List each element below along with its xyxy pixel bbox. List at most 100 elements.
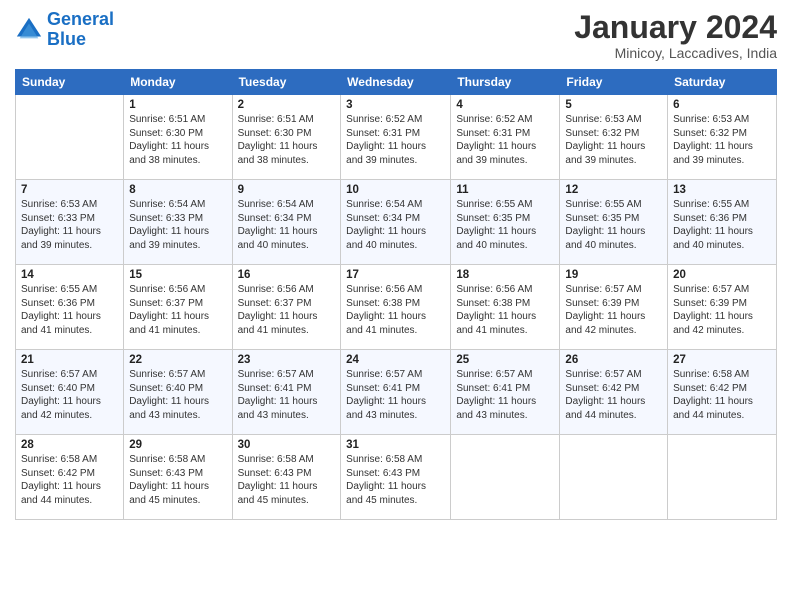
day-number: 2 — [238, 99, 336, 111]
day-info: Sunrise: 6:57 AMSunset: 6:39 PMDaylight:… — [565, 283, 662, 337]
day-info: Sunrise: 6:57 AMSunset: 6:41 PMDaylight:… — [456, 368, 554, 422]
calendar-cell: 5Sunrise: 6:53 AMSunset: 6:32 PMDaylight… — [560, 95, 668, 180]
day-info: Sunrise: 6:52 AMSunset: 6:31 PMDaylight:… — [456, 113, 554, 167]
calendar-cell: 8 Sunrise: 6:54 AMSunset: 6:33 PMDaylight… — [124, 180, 232, 265]
day-number: 5 — [565, 99, 662, 111]
day-info: Sunrise: 6:58 AMSunset: 6:43 PMDaylight:… — [238, 453, 336, 507]
day-number: 21 — [21, 354, 118, 366]
calendar-cell: 17Sunrise: 6:56 AMSunset: 6:38 PMDayligh… — [341, 265, 451, 350]
calendar-cell: 19 Sunrise: 6:57 AMSunset: 6:39 PMDayligh… — [560, 265, 668, 350]
day-number: 25 — [456, 354, 554, 366]
calendar-cell: 4 Sunrise: 6:52 AMSunset: 6:31 PMDaylight… — [451, 95, 560, 180]
day-info: Sunrise: 6:55 AMSunset: 6:35 PMDaylight:… — [565, 198, 662, 252]
logo-line1: General — [47, 9, 114, 29]
weekday-header-sunday: Sunday — [16, 70, 124, 95]
day-info: Sunrise: 6:53 AMSunset: 6:32 PMDaylight:… — [673, 113, 771, 167]
calendar-cell: 10 Sunrise: 6:54 AMSunset: 6:34 PMDayligh… — [341, 180, 451, 265]
day-info: Sunrise: 6:57 AMSunset: 6:42 PMDaylight:… — [565, 368, 662, 422]
day-number: 24 — [346, 354, 445, 366]
day-info: Sunrise: 6:57 AMSunset: 6:40 PMDaylight:… — [21, 368, 118, 422]
day-number: 14 — [21, 269, 118, 281]
day-number: 9 — [238, 184, 336, 196]
calendar-cell: 12 Sunrise: 6:55 AMSunset: 6:35 PMDayligh… — [560, 180, 668, 265]
day-info: Sunrise: 6:55 AMSunset: 6:35 PMDaylight:… — [456, 198, 554, 252]
calendar-cell: 21 Sunrise: 6:57 AMSunset: 6:40 PMDayligh… — [16, 350, 124, 435]
day-info: Sunrise: 6:54 AMSunset: 6:34 PMDaylight:… — [238, 198, 336, 252]
weekday-header-monday: Monday — [124, 70, 232, 95]
day-number: 6 — [673, 99, 771, 111]
weekday-header-tuesday: Tuesday — [232, 70, 341, 95]
day-info: Sunrise: 6:57 AMSunset: 6:41 PMDaylight:… — [346, 368, 445, 422]
day-number: 23 — [238, 354, 336, 366]
calendar-week-2: 7 Sunrise: 6:53 AMSunset: 6:33 PMDaylight… — [16, 180, 777, 265]
day-info: Sunrise: 6:58 AMSunset: 6:43 PMDaylight:… — [129, 453, 226, 507]
day-number: 30 — [238, 439, 336, 451]
day-number: 20 — [673, 269, 771, 281]
calendar-cell: 3Sunrise: 6:52 AMSunset: 6:31 PMDaylight… — [341, 95, 451, 180]
day-info: Sunrise: 6:56 AMSunset: 6:38 PMDaylight:… — [456, 283, 554, 337]
calendar-week-5: 28Sunrise: 6:58 AMSunset: 6:42 PMDayligh… — [16, 435, 777, 520]
day-number: 17 — [346, 269, 445, 281]
header: General Blue January 2024 Minicoy, Lacca… — [15, 10, 777, 61]
weekday-header-thursday: Thursday — [451, 70, 560, 95]
calendar-cell: 26Sunrise: 6:57 AMSunset: 6:42 PMDayligh… — [560, 350, 668, 435]
day-info: Sunrise: 6:58 AMSunset: 6:42 PMDaylight:… — [673, 368, 771, 422]
calendar-week-4: 21 Sunrise: 6:57 AMSunset: 6:40 PMDayligh… — [16, 350, 777, 435]
day-info: Sunrise: 6:55 AMSunset: 6:36 PMDaylight:… — [21, 283, 118, 337]
day-number: 4 — [456, 99, 554, 111]
weekday-header-saturday: Saturday — [668, 70, 777, 95]
day-number: 10 — [346, 184, 445, 196]
day-info: Sunrise: 6:54 AMSunset: 6:34 PMDaylight:… — [346, 198, 445, 252]
calendar-cell: 28Sunrise: 6:58 AMSunset: 6:42 PMDayligh… — [16, 435, 124, 520]
day-info: Sunrise: 6:51 AMSunset: 6:30 PMDaylight:… — [129, 113, 226, 167]
day-info: Sunrise: 6:53 AMSunset: 6:33 PMDaylight:… — [21, 198, 118, 252]
calendar-cell: 23 Sunrise: 6:57 AMSunset: 6:41 PMDayligh… — [232, 350, 341, 435]
day-info: Sunrise: 6:52 AMSunset: 6:31 PMDaylight:… — [346, 113, 445, 167]
logo-icon — [15, 16, 43, 44]
calendar-cell: 20 Sunrise: 6:57 AMSunset: 6:39 PMDayligh… — [668, 265, 777, 350]
day-number: 12 — [565, 184, 662, 196]
calendar-cell: 11 Sunrise: 6:55 AMSunset: 6:35 PMDayligh… — [451, 180, 560, 265]
day-info: Sunrise: 6:58 AMSunset: 6:42 PMDaylight:… — [21, 453, 118, 507]
day-info: Sunrise: 6:51 AMSunset: 6:30 PMDaylight:… — [238, 113, 336, 167]
calendar-cell: 14 Sunrise: 6:55 AMSunset: 6:36 PMDayligh… — [16, 265, 124, 350]
calendar-cell: 15 Sunrise: 6:56 AMSunset: 6:37 PMDayligh… — [124, 265, 232, 350]
day-number: 1 — [129, 99, 226, 111]
logo-line2: Blue — [47, 29, 86, 49]
calendar-cell — [16, 95, 124, 180]
calendar-cell: 2 Sunrise: 6:51 AMSunset: 6:30 PMDaylight… — [232, 95, 341, 180]
page: General Blue January 2024 Minicoy, Lacca… — [0, 0, 792, 612]
day-number: 8 — [129, 184, 226, 196]
calendar-cell: 27 Sunrise: 6:58 AMSunset: 6:42 PMDayligh… — [668, 350, 777, 435]
day-number: 22 — [129, 354, 226, 366]
day-info: Sunrise: 6:57 AMSunset: 6:41 PMDaylight:… — [238, 368, 336, 422]
day-number: 7 — [21, 184, 118, 196]
calendar-cell — [560, 435, 668, 520]
calendar-cell: 16Sunrise: 6:56 AMSunset: 6:37 PMDayligh… — [232, 265, 341, 350]
calendar-cell: 29 Sunrise: 6:58 AMSunset: 6:43 PMDayligh… — [124, 435, 232, 520]
title-section: January 2024 Minicoy, Laccadives, India — [574, 10, 777, 61]
weekday-header-friday: Friday — [560, 70, 668, 95]
day-info: Sunrise: 6:58 AMSunset: 6:43 PMDaylight:… — [346, 453, 445, 507]
calendar-week-1: 1 Sunrise: 6:51 AMSunset: 6:30 PMDaylight… — [16, 95, 777, 180]
day-number: 19 — [565, 269, 662, 281]
calendar-header: SundayMondayTuesdayWednesdayThursdayFrid… — [16, 70, 777, 95]
weekday-header-wednesday: Wednesday — [341, 70, 451, 95]
day-info: Sunrise: 6:56 AMSunset: 6:37 PMDaylight:… — [129, 283, 226, 337]
calendar-cell: 25 Sunrise: 6:57 AMSunset: 6:41 PMDayligh… — [451, 350, 560, 435]
logo: General Blue — [15, 10, 114, 50]
weekday-header-row: SundayMondayTuesdayWednesdayThursdayFrid… — [16, 70, 777, 95]
calendar-table: SundayMondayTuesdayWednesdayThursdayFrid… — [15, 69, 777, 520]
calendar-cell — [668, 435, 777, 520]
calendar-cell: 13Sunrise: 6:55 AMSunset: 6:36 PMDayligh… — [668, 180, 777, 265]
day-number: 29 — [129, 439, 226, 451]
calendar-week-3: 14 Sunrise: 6:55 AMSunset: 6:36 PMDayligh… — [16, 265, 777, 350]
day-info: Sunrise: 6:57 AMSunset: 6:39 PMDaylight:… — [673, 283, 771, 337]
day-number: 15 — [129, 269, 226, 281]
day-info: Sunrise: 6:54 AMSunset: 6:33 PMDaylight:… — [129, 198, 226, 252]
day-number: 13 — [673, 184, 771, 196]
day-number: 27 — [673, 354, 771, 366]
day-number: 11 — [456, 184, 554, 196]
calendar-cell: 30 Sunrise: 6:58 AMSunset: 6:43 PMDayligh… — [232, 435, 341, 520]
main-title: January 2024 — [574, 10, 777, 45]
